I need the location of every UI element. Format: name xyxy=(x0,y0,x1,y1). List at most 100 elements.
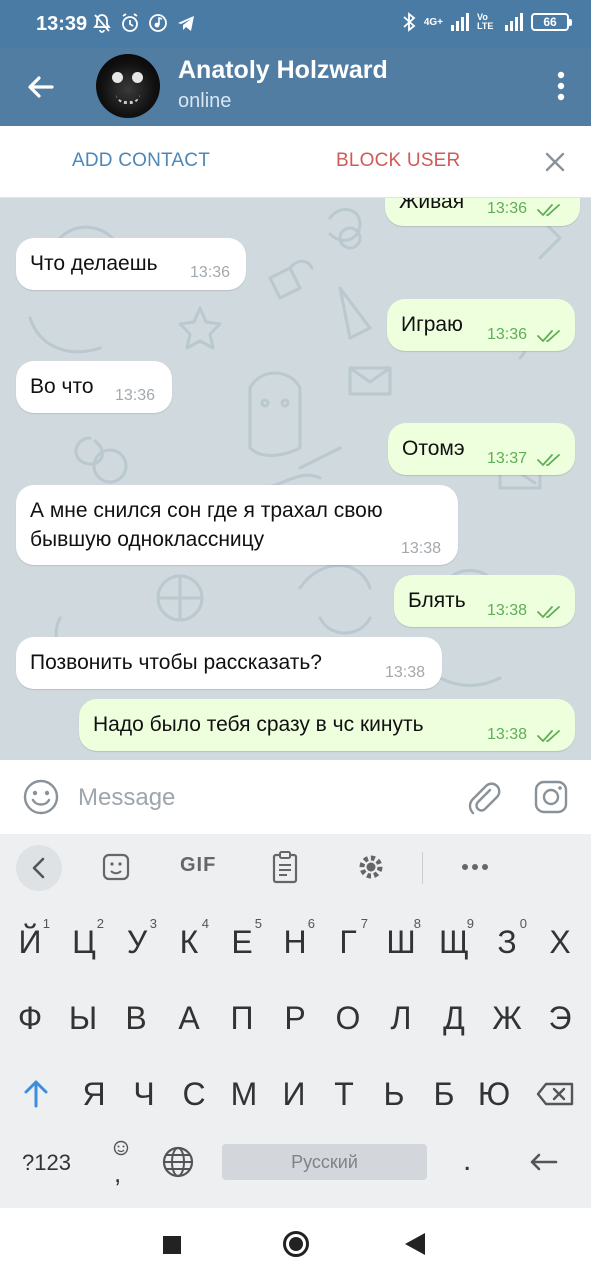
double-check-icon xyxy=(537,606,560,619)
message-time: 13:36 xyxy=(190,264,231,281)
more-horizontal-icon[interactable] xyxy=(460,850,490,884)
back-icon[interactable] xyxy=(405,1233,425,1255)
key-row-1: Й1 Ц2 У3 К4 Е5 Н6 Г7 Ш8 Щ9 З0 Х xyxy=(0,904,591,980)
key[interactable]: Ц2 xyxy=(58,904,110,980)
key[interactable]: А xyxy=(163,980,215,1056)
message-time: 13:38 xyxy=(385,664,426,681)
alarm-icon xyxy=(122,13,138,32)
message-time: 13:38 xyxy=(487,602,528,619)
emoji-comma-key[interactable]: , xyxy=(108,1140,134,1190)
chat-area[interactable]: Живая 13:36 Что делаешь 13:36 Играю 13:3… xyxy=(0,198,591,760)
message-bubble-incoming[interactable]: А мне снился сон где я трахал свою бывшу… xyxy=(16,485,458,565)
emoji-icon[interactable] xyxy=(22,778,60,816)
close-icon[interactable] xyxy=(543,150,567,174)
message-text: Во что xyxy=(30,375,94,398)
battery-icon: 66 xyxy=(531,13,572,31)
key[interactable]: Ч xyxy=(118,1056,170,1132)
key[interactable]: Х xyxy=(534,904,586,980)
message-time: 13:37 xyxy=(487,450,528,467)
message-bubble-incoming[interactable]: Во что 13:36 xyxy=(16,361,172,413)
message-text-line-2: бывшую одноклассницу xyxy=(30,528,265,551)
message-bubble-outgoing[interactable]: Отомэ 13:37 xyxy=(388,423,575,475)
back-arrow-icon[interactable] xyxy=(24,70,58,104)
message-composer xyxy=(0,760,591,834)
key-row-2: Ф Ы В А П Р О Л Д Ж Э xyxy=(0,980,591,1056)
avatar[interactable] xyxy=(96,54,160,118)
message-bubble-incoming[interactable]: Что делаешь 13:36 xyxy=(16,238,246,290)
key-row-3: Я Ч С М И Т Ь Б Ю xyxy=(0,1056,591,1132)
key[interactable]: И xyxy=(268,1056,320,1132)
backspace-icon[interactable] xyxy=(530,1056,582,1132)
key[interactable]: Щ9 xyxy=(428,904,480,980)
numbers-key[interactable]: ?123 xyxy=(22,1150,71,1176)
contact-name[interactable]: Anatoly Holzward xyxy=(178,56,388,85)
key[interactable]: К4 xyxy=(163,904,215,980)
key[interactable]: П xyxy=(216,980,268,1056)
key[interactable]: Г7 xyxy=(322,904,374,980)
gif-button[interactable]: GIF xyxy=(180,854,216,877)
shift-arrow-icon[interactable] xyxy=(10,1056,62,1132)
key[interactable]: Е5 xyxy=(216,904,268,980)
message-time: 13:36 xyxy=(487,326,528,343)
key[interactable]: Ю xyxy=(468,1056,520,1132)
telegram-icon xyxy=(178,16,194,31)
signal-icon-2 xyxy=(505,13,523,31)
key[interactable]: Ш8 xyxy=(375,904,427,980)
key[interactable]: Б xyxy=(418,1056,470,1132)
recents-icon[interactable] xyxy=(163,1236,181,1254)
message-time: 13:36 xyxy=(115,387,156,404)
status-time: 13:39 xyxy=(36,13,88,35)
collapse-toolbar-button[interactable] xyxy=(16,845,62,891)
settings-gear-icon[interactable] xyxy=(356,850,386,884)
key[interactable]: В xyxy=(110,980,162,1056)
key[interactable]: С xyxy=(168,1056,220,1132)
message-text: Играю xyxy=(401,313,463,336)
key[interactable]: Я xyxy=(68,1056,120,1132)
clipboard-icon[interactable] xyxy=(272,850,298,884)
key[interactable]: Й1 xyxy=(4,904,56,980)
key[interactable]: М xyxy=(218,1056,270,1132)
camera-icon[interactable] xyxy=(532,778,570,816)
message-bubble-outgoing[interactable]: Играю 13:36 xyxy=(387,299,575,351)
home-icon[interactable] xyxy=(283,1231,309,1257)
network-type-label: 4G+ xyxy=(423,16,443,28)
add-contact-button[interactable]: ADD CONTACT xyxy=(72,150,210,172)
key[interactable]: З0 xyxy=(481,904,533,980)
attach-icon[interactable] xyxy=(464,778,502,816)
message-bubble-incoming[interactable]: Позвонить чтобы рассказать? 13:38 xyxy=(16,637,442,689)
key[interactable]: Т xyxy=(318,1056,370,1132)
message-bubble-outgoing[interactable]: Надо было тебя сразу в чс кинуть 13:38 xyxy=(79,699,575,751)
key[interactable]: Ж xyxy=(481,980,533,1056)
sticker-icon[interactable] xyxy=(102,850,130,884)
message-time: 13:36 xyxy=(487,200,528,217)
block-user-button[interactable]: BLOCK USER xyxy=(336,150,460,172)
action-bar: ADD CONTACT BLOCK USER xyxy=(0,126,591,198)
contact-status: online xyxy=(178,90,232,112)
globe-icon[interactable] xyxy=(160,1144,196,1180)
message-bubble-outgoing[interactable]: Живая 13:36 xyxy=(385,198,580,226)
more-vertical-icon[interactable] xyxy=(557,70,565,102)
message-text: Блять xyxy=(408,589,466,612)
bell-off-icon xyxy=(93,14,111,33)
key[interactable]: Н6 xyxy=(269,904,321,980)
message-bubble-outgoing[interactable]: Блять 13:38 xyxy=(394,575,575,627)
double-check-icon xyxy=(537,730,560,743)
key[interactable]: У3 xyxy=(111,904,163,980)
key-row-bottom: ?123 , Русский . xyxy=(0,1130,591,1200)
key[interactable]: Л xyxy=(375,980,427,1056)
spacebar[interactable]: Русский xyxy=(222,1144,427,1180)
key[interactable]: Ф xyxy=(4,980,56,1056)
period-key[interactable]: . xyxy=(463,1144,471,1178)
key[interactable]: О xyxy=(322,980,374,1056)
message-input[interactable] xyxy=(78,778,448,818)
chevron-left-icon xyxy=(32,857,45,879)
bluetooth-icon xyxy=(403,12,416,32)
key[interactable]: Р xyxy=(269,980,321,1056)
enter-icon[interactable] xyxy=(524,1146,562,1178)
key[interactable]: Д xyxy=(428,980,480,1056)
key[interactable]: Ь xyxy=(368,1056,420,1132)
key[interactable]: Ы xyxy=(57,980,109,1056)
key[interactable]: Э xyxy=(534,980,586,1056)
status-bar: 13:39 4G+ Vo LTE 66 xyxy=(0,0,591,48)
message-text: Живая xyxy=(399,198,465,213)
